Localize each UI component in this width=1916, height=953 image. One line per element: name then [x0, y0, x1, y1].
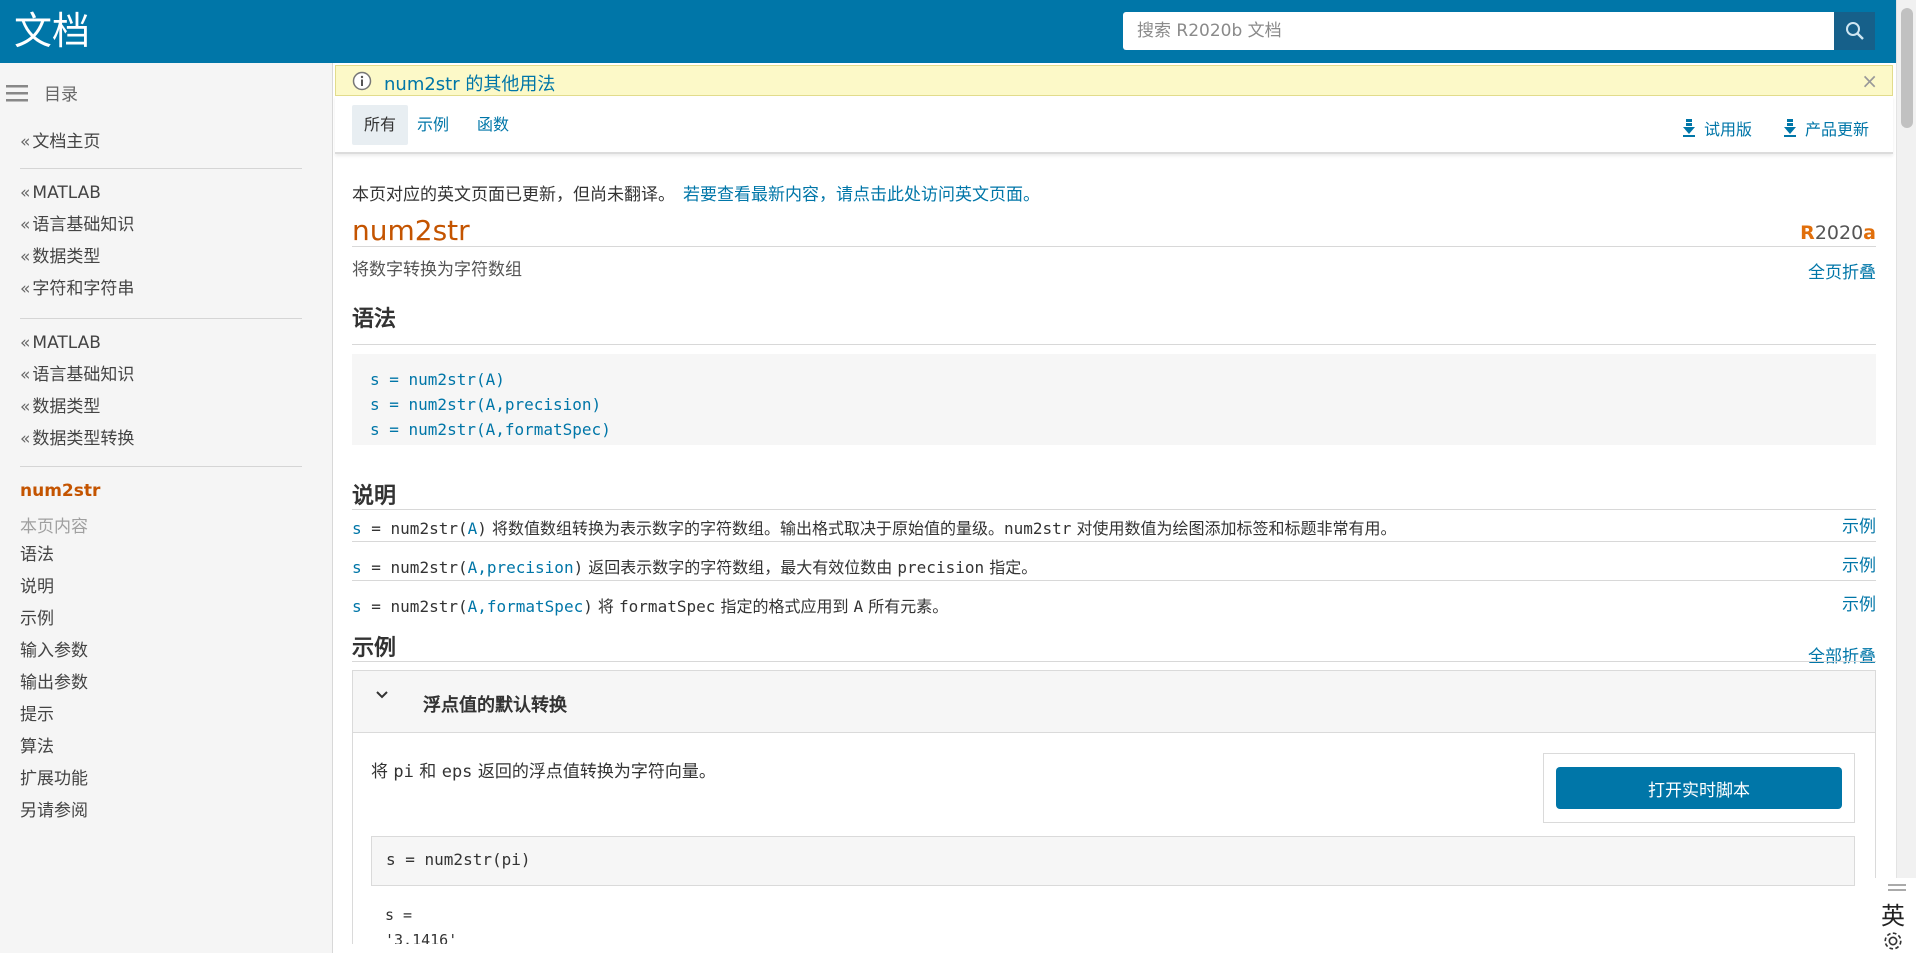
- description-row: s = num2str(A,formatSpec) 将 formatSpec 指…: [352, 588, 1876, 620]
- examples-heading: 示例: [352, 636, 397, 661]
- sidebar-group-home: «文档主页: [20, 126, 302, 158]
- drag-handle[interactable]: [1888, 884, 1906, 886]
- gear-icon[interactable]: [1881, 930, 1905, 952]
- ime-toolbar: 英: [1874, 878, 1916, 953]
- collapse-all-link[interactable]: 全部折叠: [1808, 642, 1876, 667]
- sidebar-current-page: num2str: [20, 481, 101, 501]
- open-live-script-button[interactable]: 打开实时脚本: [1556, 767, 1842, 809]
- product-updates-link[interactable]: 产品更新: [1783, 116, 1869, 140]
- function-purpose: 将数字转换为字符数组: [352, 260, 522, 280]
- hamburger-icon: [6, 84, 28, 101]
- description-heading: 说明: [352, 484, 397, 509]
- sidebar-section-tips[interactable]: 提示: [20, 699, 88, 731]
- ime-language-toggle[interactable]: 英: [1881, 896, 1905, 931]
- syntax-line[interactable]: s = num2str(A): [370, 367, 1858, 392]
- example-panel: 浮点值的默认转换 将 pi 和 eps 返回的浮点值转换为字符向量。 打开实时脚…: [352, 670, 1876, 944]
- syntax-block: s = num2str(A) s = num2str(A,precision) …: [352, 354, 1876, 445]
- example-output: s = '3.1416': [385, 906, 458, 944]
- example-description: 将 pi 和 eps 返回的浮点值转换为字符向量。: [371, 762, 716, 782]
- page-scrollbar[interactable]: [1896, 0, 1916, 953]
- sidebar-link-docs-home[interactable]: «文档主页: [20, 126, 302, 158]
- sidebar-link-characters-strings[interactable]: «字符和字符串: [20, 273, 302, 305]
- trial-link[interactable]: 试用版: [1682, 116, 1752, 140]
- top-bar: 文档: [0, 0, 1916, 63]
- syntax-heading: 语法: [352, 307, 397, 332]
- collapse-page-link[interactable]: 全页折叠: [1808, 258, 1876, 283]
- sidebar-section-syntax[interactable]: 语法: [20, 539, 88, 571]
- example-link[interactable]: 示例: [1842, 590, 1876, 615]
- sidebar-section-examples[interactable]: 示例: [20, 603, 88, 635]
- close-icon[interactable]: ×: [1861, 69, 1878, 93]
- sidebar-link-matlab[interactable]: «MATLAB: [20, 177, 302, 209]
- tab-all[interactable]: 所有: [352, 105, 409, 145]
- sidebar: 目录 «文档主页 «MATLAB «语言基础知识 «数据类型 «字符和字符串 «…: [0, 63, 333, 953]
- scroll-thumb[interactable]: [1901, 8, 1913, 128]
- chevron-down-icon[interactable]: [375, 688, 389, 702]
- sidebar-section-see-also[interactable]: 另请参阅: [20, 795, 88, 827]
- download-icon: [1784, 119, 1796, 137]
- sidebar-link-language-fundamentals[interactable]: «语言基础知识: [20, 209, 302, 241]
- on-this-page-label: 本页内容: [20, 517, 88, 537]
- description-row: s = num2str(A) 将数值数组转换为表示数字的字符数组。输出格式取决于…: [352, 510, 1876, 542]
- sidebar-group-conversion: «MATLAB «语言基础知识 «数据类型 «数据类型转换: [20, 327, 302, 455]
- sidebar-section-description[interactable]: 说明: [20, 571, 88, 603]
- search-icon: [1845, 22, 1864, 40]
- untranslated-notice: 本页对应的英文页面已更新，但尚未翻译。 若要查看最新内容，请点击此处访问英文页面。: [352, 185, 1040, 205]
- other-uses-link[interactable]: num2str 的其他用法: [384, 70, 555, 96]
- example-title: 浮点值的默认转换: [423, 695, 567, 716]
- info-icon: [352, 71, 372, 91]
- filter-tab-bar: 所有 示例 函数 试用版 产品更新: [335, 96, 1893, 154]
- toc-label: 目录: [44, 85, 78, 105]
- search-button[interactable]: [1834, 12, 1875, 50]
- description-row: s = num2str(A,precision) 返回表示数字的字符数组，最大有…: [352, 549, 1876, 581]
- sidebar-divider: [20, 318, 302, 319]
- example-header[interactable]: 浮点值的默认转换: [353, 671, 1875, 733]
- tab-functions[interactable]: 函数: [465, 105, 521, 145]
- sidebar-section-extended-capabilities[interactable]: 扩展功能: [20, 763, 88, 795]
- sidebar-section-list: 语法 说明 示例 输入参数 输出参数 提示 算法 扩展功能 另请参阅: [20, 539, 88, 827]
- main-content: 本页对应的英文页面已更新，但尚未翻译。 若要查看最新内容，请点击此处访问英文页面。…: [352, 154, 1876, 944]
- syntax-line[interactable]: s = num2str(A,formatSpec): [370, 417, 1858, 442]
- example-code[interactable]: s = num2str(pi): [371, 836, 1855, 886]
- sidebar-group-strings: «MATLAB «语言基础知识 «数据类型 «字符和字符串: [20, 177, 302, 305]
- sidebar-link-language-fundamentals[interactable]: «语言基础知识: [20, 359, 302, 391]
- live-script-container: 打开实时脚本: [1543, 753, 1855, 823]
- page-title: num2str: [352, 214, 470, 247]
- sidebar-link-data-type-conversion[interactable]: «数据类型转换: [20, 423, 302, 455]
- sidebar-divider: [20, 466, 302, 467]
- sidebar-link-data-types[interactable]: «数据类型: [20, 241, 302, 273]
- english-page-link[interactable]: 若要查看最新内容，请点击此处访问英文页面。: [683, 185, 1040, 205]
- download-icon: [1683, 119, 1695, 137]
- drag-handle[interactable]: [1888, 889, 1906, 891]
- sidebar-link-data-types[interactable]: «数据类型: [20, 391, 302, 423]
- heading-divider: [352, 661, 1876, 662]
- other-uses-notice: num2str 的其他用法 ×: [335, 65, 1893, 96]
- release-badge: R2020a: [1800, 222, 1876, 244]
- syntax-line[interactable]: s = num2str(A,precision): [370, 392, 1858, 417]
- title-divider: [352, 246, 1876, 247]
- sidebar-section-algorithms[interactable]: 算法: [20, 731, 88, 763]
- sidebar-link-matlab[interactable]: «MATLAB: [20, 327, 302, 359]
- search-input[interactable]: [1123, 12, 1834, 50]
- sidebar-divider: [20, 168, 302, 169]
- sidebar-section-output-arguments[interactable]: 输出参数: [20, 667, 88, 699]
- toc-toggle[interactable]: 目录: [6, 80, 78, 105]
- heading-divider: [352, 344, 1876, 345]
- example-link[interactable]: 示例: [1842, 512, 1876, 537]
- example-link[interactable]: 示例: [1842, 551, 1876, 576]
- search-box[interactable]: [1123, 12, 1834, 50]
- tab-examples[interactable]: 示例: [405, 105, 461, 145]
- sidebar-section-input-arguments[interactable]: 输入参数: [20, 635, 88, 667]
- docs-brand[interactable]: 文档: [14, 8, 90, 54]
